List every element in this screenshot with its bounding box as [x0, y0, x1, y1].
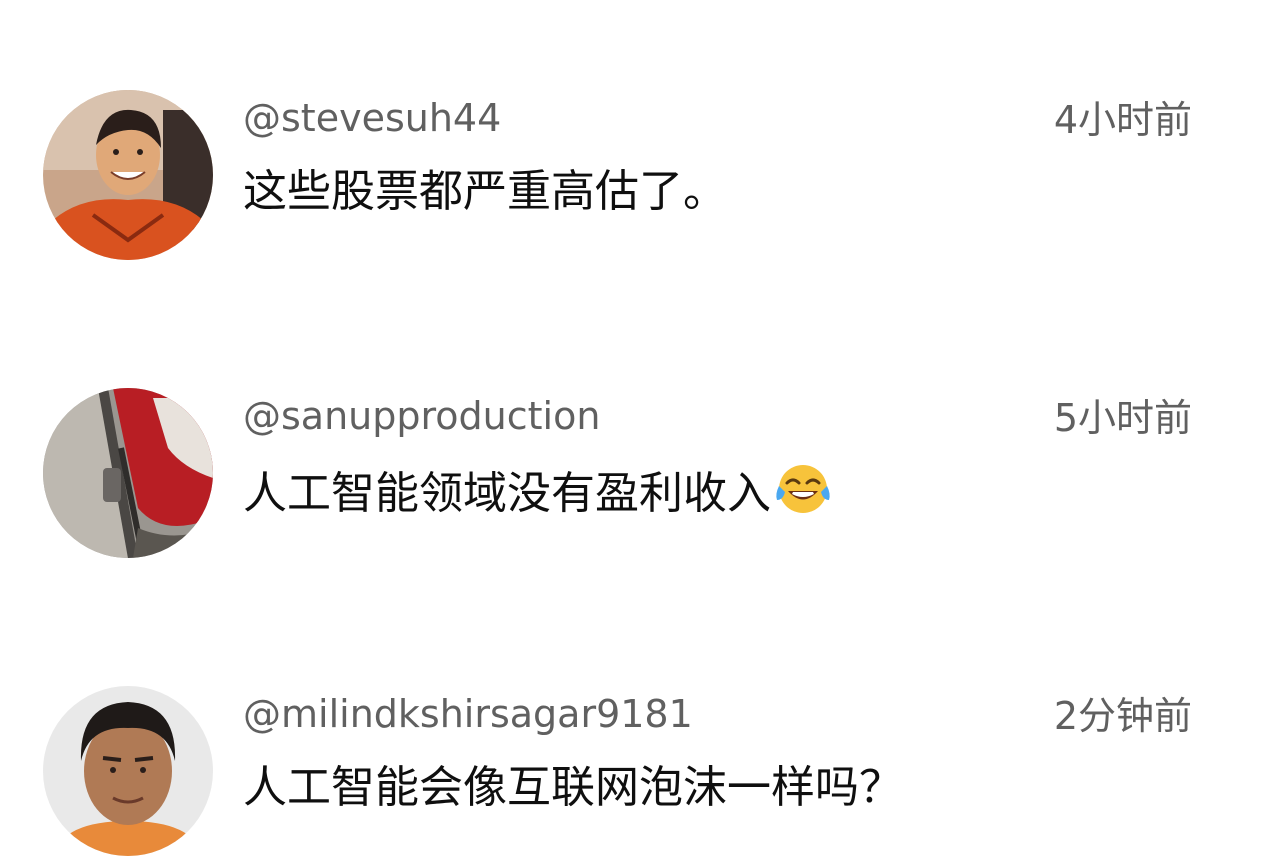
comment-author[interactable]: @sanupproduction [243, 392, 600, 440]
comment-item: @sanupproduction 5小时前 人工智能领域没有盈利收入 [0, 388, 1280, 568]
avatar-photo [43, 388, 213, 558]
comment-item: @milindkshirsagar9181 2分钟前 人工智能会像互联网泡沫一样… [0, 686, 1280, 866]
avatar-photo [43, 686, 213, 856]
comment-text: 人工智能领域没有盈利收入 [243, 462, 833, 530]
avatar[interactable] [43, 90, 213, 260]
comment-author[interactable]: @stevesuh44 [243, 94, 501, 142]
comment-author[interactable]: @milindkshirsagar9181 [243, 690, 693, 738]
comment-timestamp: 4小时前 [1053, 98, 1192, 142]
avatar-photo [43, 90, 213, 260]
avatar[interactable] [43, 388, 213, 558]
comment-item: @stevesuh44 4小时前 这些股票都严重高估了。 [0, 90, 1280, 270]
comment-text: 这些股票都严重高估了。 [243, 166, 727, 217]
comment-timestamp: 5小时前 [1053, 396, 1192, 440]
face-with-tears-of-joy-icon [773, 462, 833, 530]
avatar[interactable] [43, 686, 213, 856]
comment-timestamp: 2分钟前 [1053, 694, 1192, 738]
comment-text: 人工智能会像互联网泡沫一样吗？ [243, 762, 903, 813]
